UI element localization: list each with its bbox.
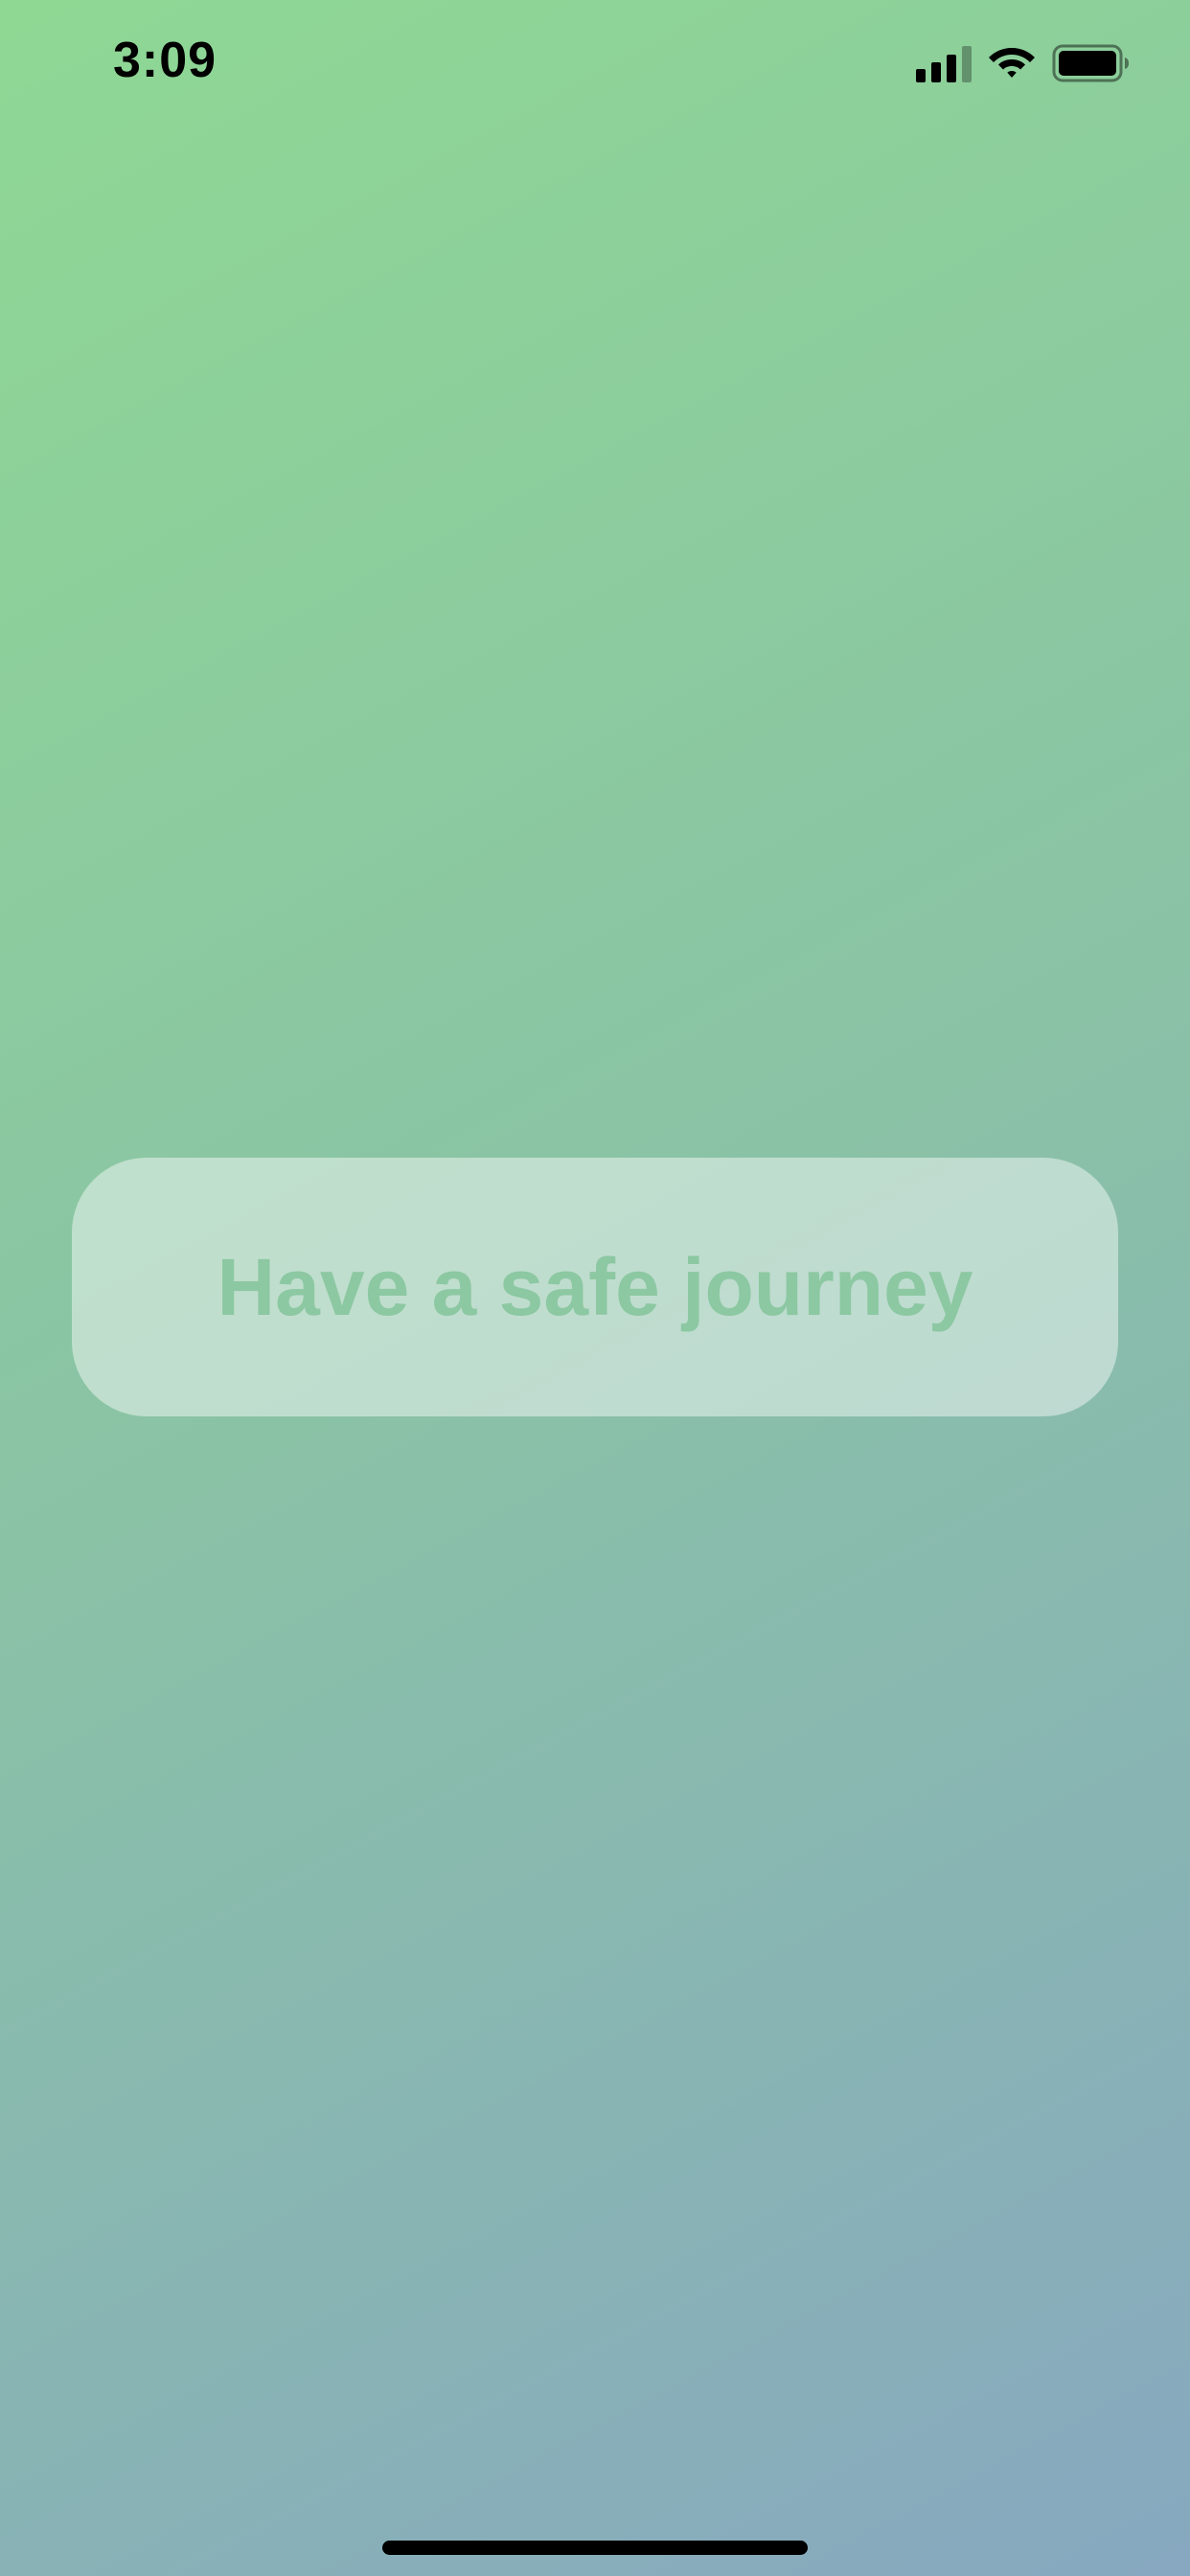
- battery-icon: [1052, 44, 1131, 82]
- cellular-signal-icon: [916, 46, 972, 82]
- status-time: 3:09: [113, 33, 217, 88]
- home-indicator[interactable]: [382, 2541, 808, 2555]
- status-bar: 3:09: [0, 0, 1190, 129]
- app-screen: 3:09 Have a safe journey: [0, 0, 1190, 2576]
- safe-journey-card: Have a safe journey: [72, 1158, 1118, 1416]
- wifi-icon: [987, 42, 1037, 82]
- safe-journey-message: Have a safe journey: [217, 1241, 973, 1332]
